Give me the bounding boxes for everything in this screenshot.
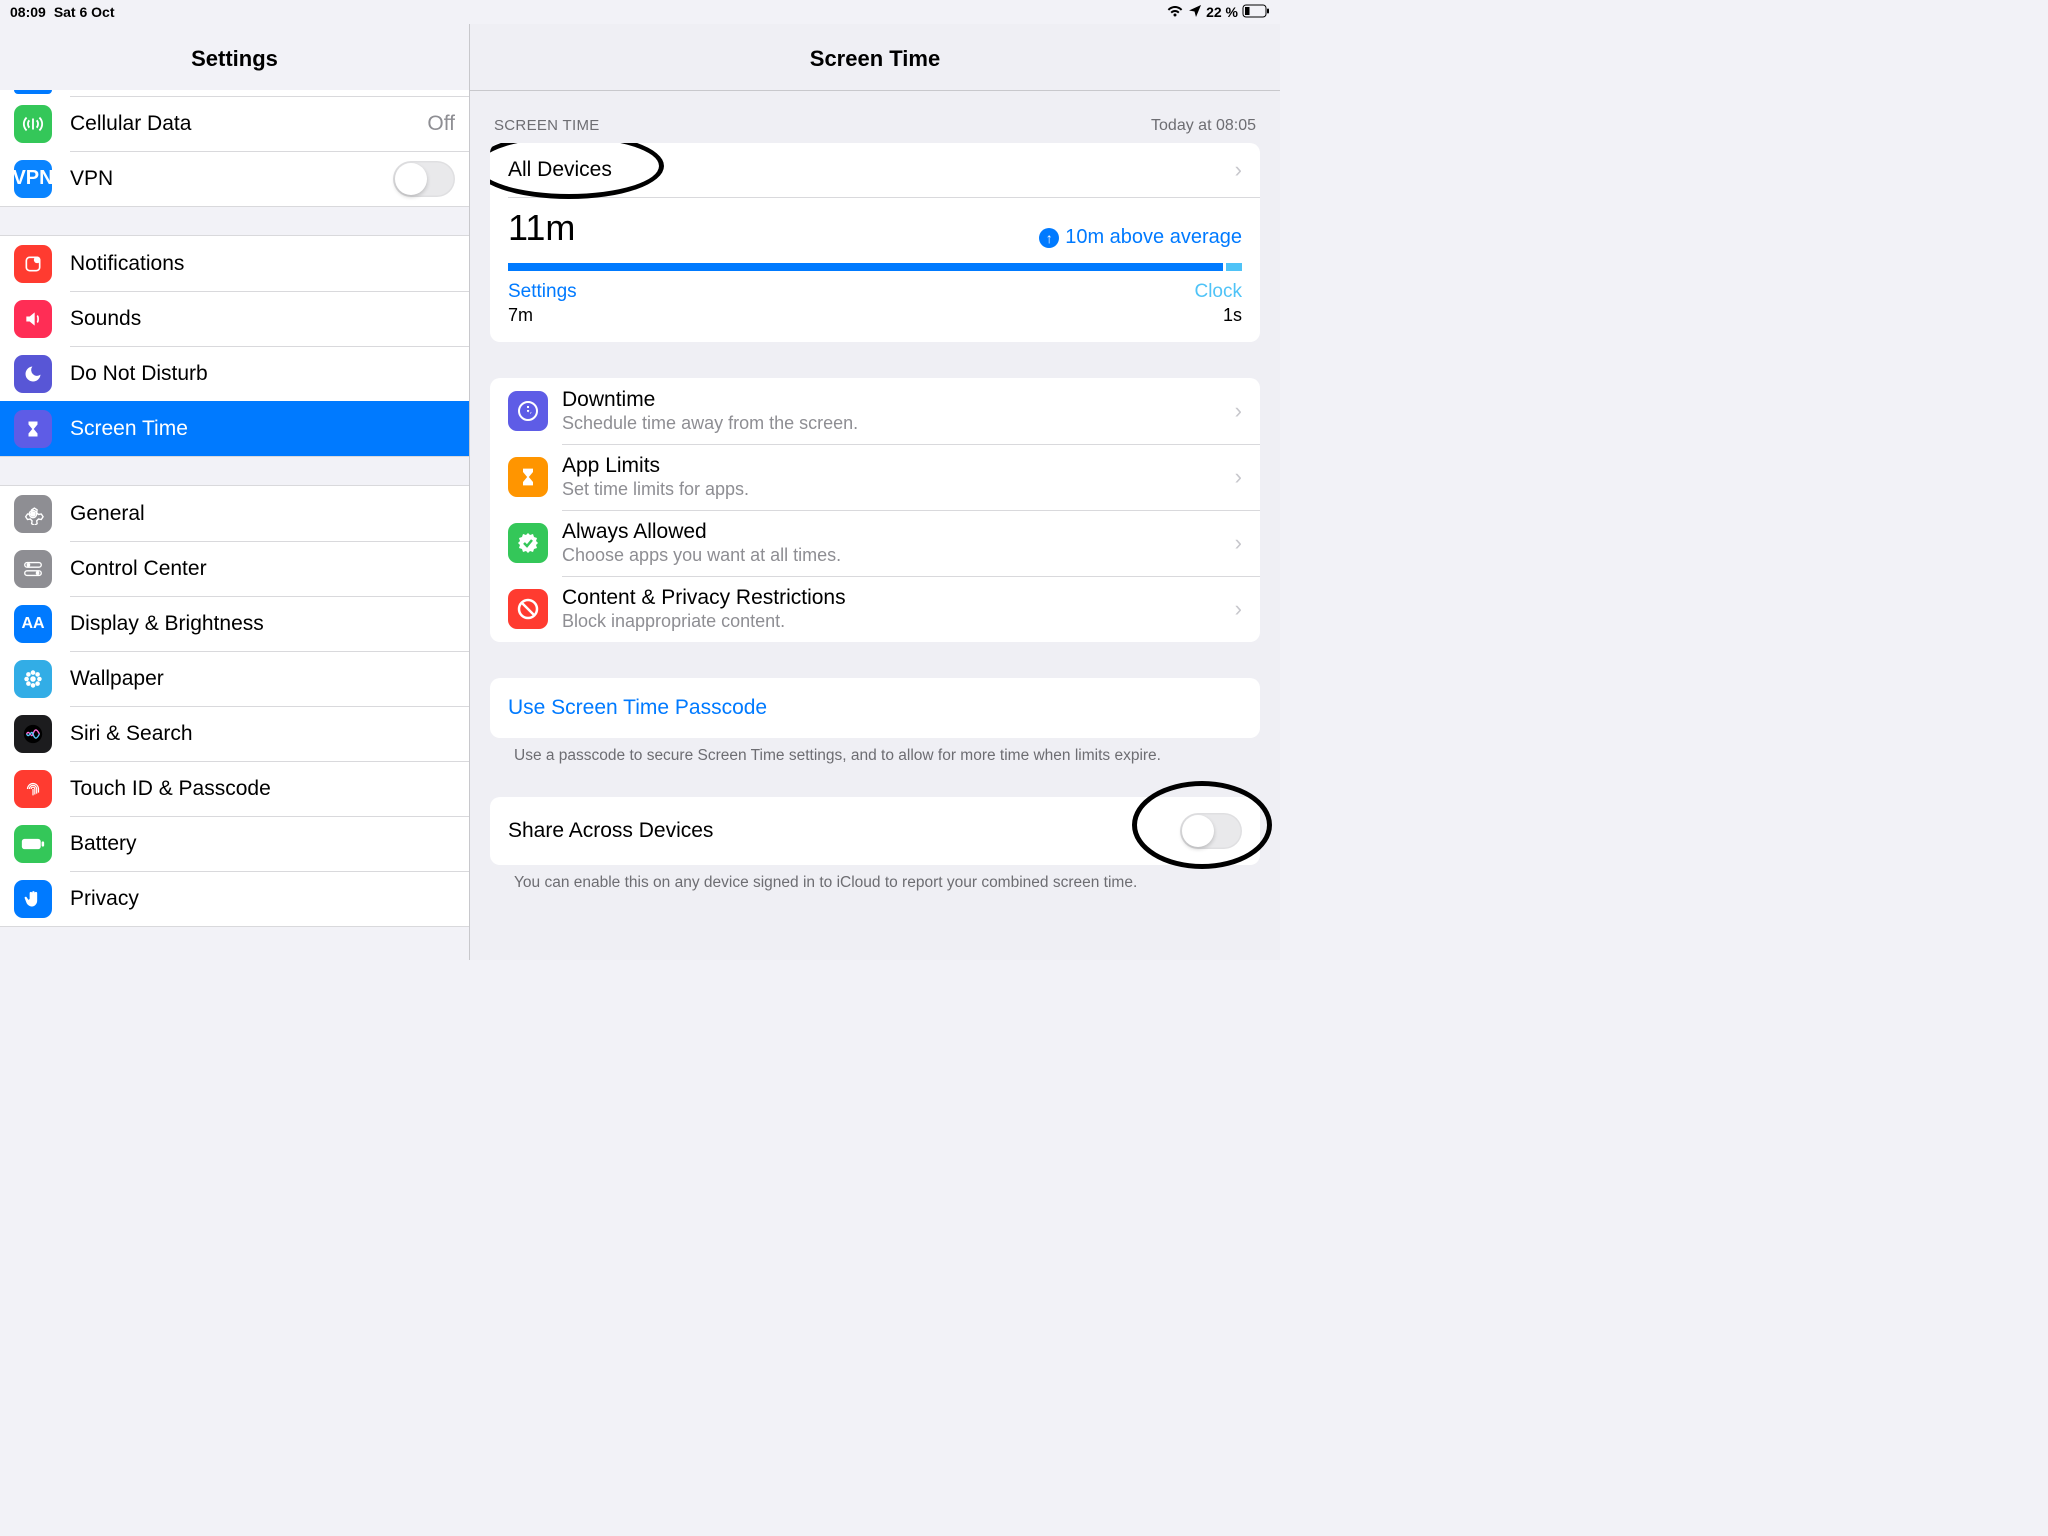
usage-app1-time: 7m (508, 305, 577, 326)
share-across-devices-row[interactable]: Share Across Devices (490, 797, 1260, 865)
arrow-up-icon: ↑ (1039, 228, 1059, 248)
status-date: Sat 6 Oct (54, 4, 115, 20)
siri-icon (14, 715, 52, 753)
usage-total: 11m (508, 207, 575, 249)
share-label: Share Across Devices (508, 819, 1180, 843)
sidebar-screentime-label: Screen Time (70, 417, 455, 441)
usage-app2-time: 1s (1194, 305, 1242, 326)
applimits-title: App Limits (562, 454, 1227, 478)
settings-sidebar: Settings Cellular Data Off VPN VPN (0, 24, 470, 960)
content-sub: Block inappropriate content. (562, 611, 1227, 632)
downtime-sub: Schedule time away from the screen. (562, 413, 1227, 434)
text-size-icon: AA (14, 605, 52, 643)
vpn-icon: VPN (14, 160, 52, 198)
usage-bar (508, 263, 1242, 271)
sidebar-cellular-label: Cellular Data (70, 112, 427, 136)
detail-pane: Screen Time SCREEN TIME Today at 08:05 A… (470, 24, 1280, 960)
location-icon (1188, 4, 1202, 21)
battery-pct: 22 % (1206, 4, 1238, 20)
chevron-right-icon: › (1235, 530, 1242, 556)
sidebar-item-vpn[interactable]: VPN VPN (0, 151, 469, 206)
sidebar-item-touchid[interactable]: Touch ID & Passcode (0, 761, 469, 816)
sidebar-wallpaper-label: Wallpaper (70, 667, 455, 691)
chevron-right-icon: › (1235, 398, 1242, 424)
toggle-icon (14, 550, 52, 588)
sidebar-item-screentime[interactable]: Screen Time (0, 401, 469, 456)
antenna-icon (14, 105, 52, 143)
share-footer: You can enable this on any device signed… (490, 865, 1260, 894)
above-average: ↑ 10m above average (1039, 226, 1242, 249)
all-devices-label: All Devices (508, 158, 612, 182)
passcode-footer: Use a passcode to secure Screen Time set… (490, 738, 1260, 767)
sidebar-notifications-label: Notifications (70, 252, 455, 276)
hourglass-icon (508, 457, 548, 497)
option-content-privacy[interactable]: Content & Privacy Restrictions Block ina… (490, 576, 1260, 642)
checkmark-seal-icon (508, 523, 548, 563)
chevron-right-icon: › (1235, 157, 1242, 183)
usage-summary[interactable]: 11m ↑ 10m above average Settings 7m (490, 197, 1260, 342)
sidebar-item-siri[interactable]: Siri & Search (0, 706, 469, 761)
sidebar-siri-label: Siri & Search (70, 722, 455, 746)
speaker-icon (14, 300, 52, 338)
notifications-icon (14, 245, 52, 283)
flower-icon (14, 660, 52, 698)
sidebar-item-wallpaper[interactable]: Wallpaper (0, 651, 469, 706)
sidebar-general-label: General (70, 502, 455, 526)
detail-title: Screen Time (470, 24, 1280, 91)
sidebar-dnd-label: Do Not Disturb (70, 362, 455, 386)
moon-icon (14, 355, 52, 393)
battery-icon (14, 825, 52, 863)
usage-app2-name: Clock (1194, 281, 1242, 303)
updated-timestamp: Today at 08:05 (1151, 117, 1256, 135)
sidebar-item-notifications[interactable]: Notifications (0, 236, 469, 291)
section-label-screentime: SCREEN TIME (494, 117, 600, 135)
sidebar-sounds-label: Sounds (70, 307, 455, 331)
content-title: Content & Privacy Restrictions (562, 586, 1227, 610)
sidebar-battery-label: Battery (70, 832, 455, 856)
sidebar-controlcenter-label: Control Center (70, 557, 455, 581)
status-bar: 08:09 Sat 6 Oct 22 % (0, 0, 1280, 24)
fingerprint-icon (14, 770, 52, 808)
vpn-toggle[interactable] (393, 161, 455, 197)
sidebar-item-battery[interactable]: Battery (0, 816, 469, 871)
no-sign-icon (508, 589, 548, 629)
hand-icon (14, 880, 52, 918)
downtime-icon (508, 391, 548, 431)
sidebar-item-sounds[interactable]: Sounds (0, 291, 469, 346)
sidebar-touchid-label: Touch ID & Passcode (70, 777, 455, 801)
sidebar-item-cellular[interactable]: Cellular Data Off (0, 96, 469, 151)
use-passcode-link[interactable]: Use Screen Time Passcode (490, 678, 1260, 738)
option-always-allowed[interactable]: Always Allowed Choose apps you want at a… (490, 510, 1260, 576)
wifi-icon (1166, 4, 1184, 21)
sidebar-item-display[interactable]: AA Display & Brightness (0, 596, 469, 651)
gear-icon (14, 495, 52, 533)
usage-app1-name: Settings (508, 281, 577, 303)
always-sub: Choose apps you want at all times. (562, 545, 1227, 566)
option-applimits[interactable]: App Limits Set time limits for apps. › (490, 444, 1260, 510)
option-downtime[interactable]: Downtime Schedule time away from the scr… (490, 378, 1260, 444)
share-devices-toggle[interactable] (1180, 813, 1242, 849)
sidebar-display-label: Display & Brightness (70, 612, 455, 636)
downtime-title: Downtime (562, 388, 1227, 412)
applimits-sub: Set time limits for apps. (562, 479, 1227, 500)
chevron-right-icon: › (1235, 596, 1242, 622)
always-title: Always Allowed (562, 520, 1227, 544)
sidebar-item-controlcenter[interactable]: Control Center (0, 541, 469, 596)
sidebar-item-privacy[interactable]: Privacy (0, 871, 469, 926)
status-time: 08:09 (10, 4, 46, 20)
sidebar-title: Settings (0, 24, 469, 90)
hourglass-icon (14, 410, 52, 448)
all-devices-row[interactable]: All Devices › (490, 143, 1260, 197)
sidebar-vpn-label: VPN (70, 167, 393, 191)
sidebar-cellular-value: Off (427, 112, 455, 136)
sidebar-item-general[interactable]: General (0, 486, 469, 541)
sidebar-item-dnd[interactable]: Do Not Disturb (0, 346, 469, 401)
chevron-right-icon: › (1235, 464, 1242, 490)
sidebar-privacy-label: Privacy (70, 887, 455, 911)
battery-icon (1242, 4, 1270, 21)
